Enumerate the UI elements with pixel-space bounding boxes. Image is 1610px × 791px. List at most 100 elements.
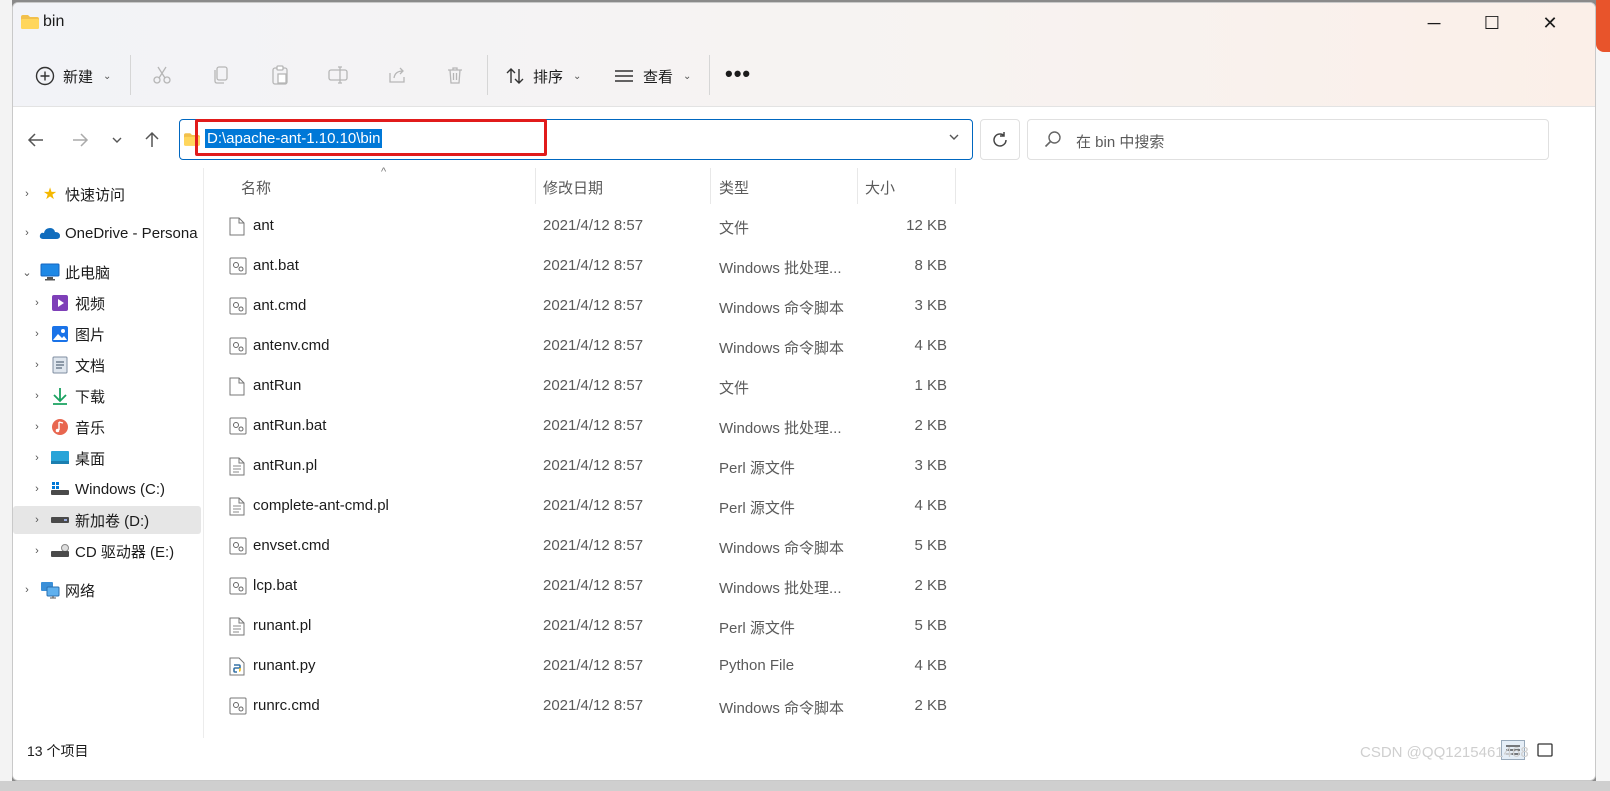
file-row[interactable]: runant.py 2021/4/12 8:57 Python File 4 K… <box>217 646 957 686</box>
script-icon <box>229 257 247 275</box>
sidebar-item-cd-drive[interactable]: › CD 驱动器 (E:) <box>13 537 201 565</box>
forward-button[interactable] <box>68 128 92 152</box>
up-button[interactable] <box>140 128 164 152</box>
column-header-type[interactable]: 类型 <box>719 177 749 198</box>
file-row[interactable]: antRun.pl 2021/4/12 8:57 Perl 源文件 3 KB <box>217 446 957 486</box>
chevron-right-icon[interactable]: › <box>31 452 43 464</box>
file-name: antRun <box>253 377 302 394</box>
sidebar-item-label: 新加卷 (D:) <box>75 512 150 530</box>
column-resize-handle[interactable] <box>955 168 956 204</box>
file-size: 4 KB <box>914 497 947 514</box>
file-size: 1 KB <box>914 377 947 394</box>
file-row[interactable]: ant 2021/4/12 8:57 文件 12 KB <box>217 206 957 246</box>
sidebar-item-quick-access[interactable]: › ★ 快速访问 <box>13 180 201 208</box>
file-row[interactable]: lcp.bat 2021/4/12 8:57 Windows 批处理... 2 … <box>217 566 957 606</box>
chevron-right-icon[interactable]: › <box>31 483 43 495</box>
column-header-date[interactable]: 修改日期 <box>543 177 603 198</box>
file-row[interactable]: antenv.cmd 2021/4/12 8:57 Windows 命令脚本 4… <box>217 326 957 366</box>
sidebar-item-drive-d[interactable]: › 新加卷 (D:) <box>13 506 201 534</box>
back-button[interactable] <box>24 128 48 152</box>
navigation-bar: D:\apache-ant-1.10.10\bin 在 bin 中搜索 <box>13 108 1595 168</box>
chevron-down-icon[interactable] <box>948 131 960 143</box>
view-label: 查看 <box>643 68 674 86</box>
maximize-button[interactable]: ☐ <box>1463 3 1521 43</box>
close-button[interactable]: ✕ <box>1521 3 1579 43</box>
video-icon <box>49 293 71 313</box>
copy-icon[interactable] <box>209 63 233 87</box>
minimize-button[interactable]: ─ <box>1405 3 1463 43</box>
sidebar-item-downloads[interactable]: › 下载 <box>13 382 201 410</box>
sidebar-item-desktop[interactable]: › 桌面 <box>13 444 201 472</box>
new-button[interactable]: 新建 ⌄ <box>35 59 111 93</box>
file-row[interactable]: envset.cmd 2021/4/12 8:57 Windows 命令脚本 5… <box>217 526 957 566</box>
recent-locations-button[interactable] <box>105 128 129 152</box>
column-header-name[interactable]: 名称 <box>241 177 271 198</box>
chevron-right-icon[interactable]: › <box>31 514 43 526</box>
chevron-right-icon[interactable]: › <box>31 359 43 371</box>
column-resize-handle[interactable] <box>710 168 711 204</box>
refresh-button[interactable] <box>980 119 1020 160</box>
search-box[interactable]: 在 bin 中搜索 <box>1027 119 1549 160</box>
column-resize-handle[interactable] <box>535 168 536 204</box>
download-icon <box>49 386 71 406</box>
file-icon <box>229 217 245 236</box>
more-options-button[interactable]: ••• <box>725 61 751 87</box>
sidebar-item-label: 桌面 <box>75 450 106 468</box>
chevron-right-icon[interactable]: › <box>21 188 33 200</box>
file-row[interactable]: complete-ant-cmd.pl 2021/4/12 8:57 Perl … <box>217 486 957 526</box>
file-type: Python File <box>719 657 795 674</box>
navigation-pane: › ★ 快速访问 › OneDrive - Persona ⌄ 此电脑 › 视频 <box>13 168 203 738</box>
chevron-down-icon: ⌄ <box>573 70 582 82</box>
file-name: antRun.bat <box>253 417 327 434</box>
sidebar-item-onedrive[interactable]: › OneDrive - Persona <box>13 219 201 247</box>
file-list: ^ 名称 修改日期 类型 大小 ant 2021/4/12 8:57 文件 12… <box>203 166 1583 738</box>
paste-icon[interactable] <box>268 63 292 87</box>
chevron-right-icon[interactable]: › <box>21 227 33 239</box>
chevron-right-icon[interactable]: › <box>31 545 43 557</box>
sidebar-item-documents[interactable]: › 文档 <box>13 351 201 379</box>
watermark: CSDN @QQ1215461468 <box>1360 744 1529 761</box>
file-row[interactable]: runant.pl 2021/4/12 8:57 Perl 源文件 5 KB <box>217 606 957 646</box>
column-resize-handle[interactable] <box>857 168 858 204</box>
arrow-right-icon <box>73 133 89 147</box>
sidebar-item-label: 文档 <box>75 357 106 375</box>
file-date: 2021/4/12 8:57 <box>543 657 644 674</box>
rename-icon[interactable] <box>326 63 350 87</box>
title-bar[interactable]: bin ─ ☐ ✕ <box>13 3 1595 43</box>
chevron-right-icon[interactable]: › <box>31 328 43 340</box>
file-name: antenv.cmd <box>253 337 330 354</box>
file-date: 2021/4/12 8:57 <box>543 457 644 474</box>
file-row[interactable]: runrc.cmd 2021/4/12 8:57 Windows 命令脚本 2 … <box>217 686 957 726</box>
cut-icon[interactable] <box>150 63 174 87</box>
sidebar-item-this-pc[interactable]: ⌄ 此电脑 <box>13 258 201 286</box>
sidebar-item-network[interactable]: › 网络 <box>13 576 201 604</box>
large-icons-view-button[interactable] <box>1533 740 1557 760</box>
file-row[interactable]: ant.bat 2021/4/12 8:57 Windows 批处理... 8 … <box>217 246 957 286</box>
item-count: 13 个项目 <box>27 743 89 759</box>
cloud-icon <box>39 223 61 243</box>
file-row[interactable]: antRun.bat 2021/4/12 8:57 Windows 批处理...… <box>217 406 957 446</box>
share-icon[interactable] <box>385 63 409 87</box>
sort-ascending-icon: ^ <box>381 166 387 178</box>
view-button[interactable]: 查看 ⌄ <box>613 59 691 93</box>
chevron-right-icon[interactable]: › <box>31 421 43 433</box>
sidebar-item-videos[interactable]: › 视频 <box>13 289 201 317</box>
script-icon <box>229 577 247 595</box>
file-type: 文件 <box>719 220 750 237</box>
chevron-right-icon[interactable]: › <box>31 297 43 309</box>
chevron-down-icon[interactable]: ⌄ <box>21 266 33 279</box>
chevron-right-icon[interactable]: › <box>21 584 33 596</box>
sidebar-item-music[interactable]: › 音乐 <box>13 413 201 441</box>
file-size: 4 KB <box>914 657 947 674</box>
file-row[interactable]: antRun 2021/4/12 8:57 文件 1 KB <box>217 366 957 406</box>
sort-button[interactable]: 排序 ⌄ <box>505 59 581 93</box>
highlight-annotation <box>195 119 547 156</box>
sidebar-item-label: 视频 <box>75 295 106 313</box>
chevron-down-icon: ⌄ <box>683 70 692 82</box>
file-row[interactable]: ant.cmd 2021/4/12 8:57 Windows 命令脚本 3 KB <box>217 286 957 326</box>
sidebar-item-pictures[interactable]: › 图片 <box>13 320 201 348</box>
column-header-size[interactable]: 大小 <box>865 177 895 198</box>
delete-icon[interactable] <box>443 63 467 87</box>
chevron-right-icon[interactable]: › <box>31 390 43 402</box>
sidebar-item-drive-c[interactable]: › Windows (C:) <box>13 475 201 503</box>
